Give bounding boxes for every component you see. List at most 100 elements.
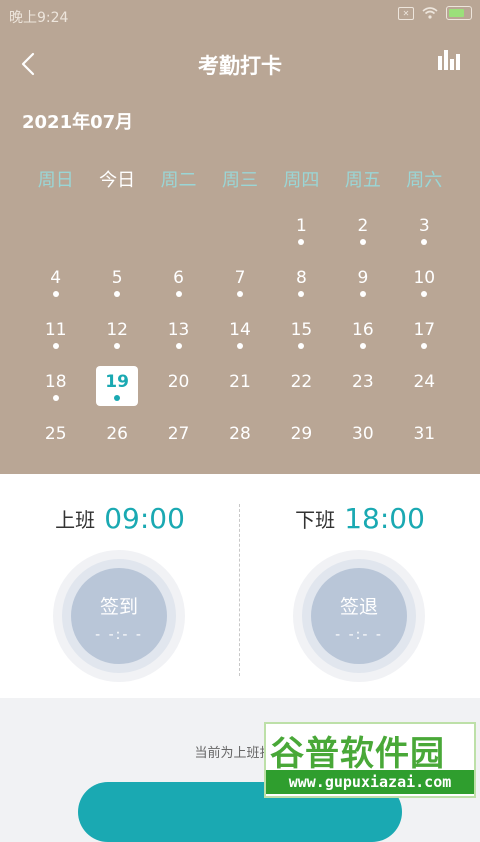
calendar-day[interactable]: 29	[271, 418, 332, 470]
watermark-url: www.gupuxiazai.com	[266, 770, 474, 794]
calendar-day[interactable]: 10	[394, 262, 455, 314]
calendar-day-number: 22	[290, 372, 313, 392]
calendar-day-number: 6	[173, 268, 184, 288]
month-label[interactable]: 2021年07月	[22, 108, 133, 134]
clock-in-ring-inner: 签到 - -:- -	[62, 559, 176, 673]
calendar-day-number: 26	[106, 424, 128, 444]
attendance-dot	[175, 343, 182, 349]
attendance-dot	[114, 343, 121, 349]
attendance-dot	[421, 343, 428, 349]
weekday-label-today: 今日	[99, 170, 136, 191]
clock-out-label: 下班	[295, 508, 336, 532]
calendar-day-number: 20	[167, 372, 190, 392]
calendar-grid: 1 2 3 4 5 6 7 8 9 10 11 12 13 14 15 16 17 18 19 20 21 22 23 24 2…	[25, 210, 455, 470]
calendar-day[interactable]: 28	[209, 418, 270, 470]
calendar-day[interactable]: 22	[271, 366, 332, 418]
calendar-empty-cell	[86, 210, 147, 262]
calendar-day[interactable]: 13	[148, 314, 209, 366]
attendance-dot	[52, 291, 59, 297]
calendar-day[interactable]: 21	[209, 366, 270, 418]
calendar-day[interactable]: 9	[332, 262, 393, 314]
attendance-dot	[359, 239, 366, 245]
attendance-dot	[114, 291, 121, 297]
calendar-day[interactable]: 19	[86, 366, 147, 418]
calendar-day[interactable]: 6	[148, 262, 209, 314]
calendar-day-number: 7	[234, 268, 246, 288]
calendar-day-number: 15	[290, 320, 313, 340]
calendar-day[interactable]: 12	[86, 314, 147, 366]
calendar-day-number: 28	[229, 424, 251, 444]
calendar-day[interactable]: 2	[332, 210, 393, 262]
attendance-dot	[359, 343, 366, 349]
calendar-day[interactable]: 30	[332, 418, 393, 470]
weekday-label: 周四	[283, 170, 320, 191]
calendar-day-number: 13	[167, 320, 190, 340]
clock-in-label: 上班	[55, 508, 96, 532]
calendar-day[interactable]: 4	[25, 262, 86, 314]
calendar-day[interactable]: 8	[271, 262, 332, 314]
attendance-dot	[52, 343, 59, 349]
clock-in-schedule: 上班 09:00	[0, 502, 240, 535]
calendar-day[interactable]: 17	[394, 314, 455, 366]
notification-icon: ✕	[398, 6, 414, 20]
clock-in-ring: 签到 - -:- -	[53, 550, 185, 682]
weekday-label: 周三	[221, 170, 258, 191]
calendar-day-number: 18	[44, 372, 67, 392]
clock-out-column: 下班 18:00 签退 - -:- -	[240, 474, 480, 698]
calendar-day-number: 12	[106, 320, 128, 340]
calendar-day[interactable]: 7	[209, 262, 270, 314]
calendar-day[interactable]: 27	[148, 418, 209, 470]
calendar-day[interactable]: 24	[394, 366, 455, 418]
calendar-day-number: 21	[229, 372, 251, 392]
calendar-day-number: 30	[352, 424, 374, 444]
calendar-day-number: 8	[296, 268, 307, 288]
clock-out-schedule: 下班 18:00	[240, 502, 480, 535]
calendar-day[interactable]: 14	[209, 314, 270, 366]
status-icons: ✕	[398, 6, 472, 20]
calendar-empty-cell	[209, 210, 270, 262]
calendar-day[interactable]: 18	[25, 366, 86, 418]
calendar-day[interactable]: 25	[25, 418, 86, 470]
calendar-empty-cell	[25, 210, 86, 262]
attendance-dot	[236, 291, 243, 297]
attendance-dot	[298, 291, 305, 297]
watermark-logo: 谷普软件园 www.gupuxiazai.com	[264, 722, 476, 798]
calendar-day[interactable]: 15	[271, 314, 332, 366]
calendar-day[interactable]: 26	[86, 418, 147, 470]
clock-out-record: - -:- -	[335, 627, 383, 643]
calendar-day-number: 19	[105, 372, 129, 392]
clock-in-button[interactable]: 签到 - -:- -	[71, 568, 167, 664]
footer: 当前为上班打卡 谷普软件园 www.gupuxiazai.com	[0, 698, 480, 842]
calendar-day-number: 27	[167, 424, 190, 444]
status-bar: 晚上9:24 ✕	[0, 0, 480, 30]
battery-icon	[446, 6, 472, 20]
calendar-day[interactable]: 23	[332, 366, 393, 418]
clock-out-ring-inner: 签退 - -:- -	[302, 559, 416, 673]
calendar-day-number: 31	[413, 424, 436, 444]
attendance-dot	[298, 343, 305, 349]
weekday-row: 周日 今日 周二 周三 周四 周五 周六	[25, 166, 455, 192]
calendar-day-number: 16	[352, 320, 374, 340]
status-time: 晚上9:24	[9, 10, 69, 26]
calendar-day[interactable]: 1	[271, 210, 332, 262]
calendar-day[interactable]: 31	[394, 418, 455, 470]
calendar-day-number: 9	[357, 268, 369, 288]
clock-in-time: 09:00	[104, 502, 185, 535]
weekday-label: 周二	[160, 170, 197, 191]
bar-chart-icon[interactable]	[436, 50, 460, 70]
calendar-day[interactable]: 5	[86, 262, 147, 314]
calendar-day[interactable]: 16	[332, 314, 393, 366]
punch-panel: 上班 09:00 签到 - -:- - 下班 18:00 签退 - -:- -	[0, 474, 480, 698]
calendar-day-number: 1	[296, 216, 307, 236]
calendar-day-number: 14	[229, 320, 251, 340]
attendance-dot	[175, 291, 182, 297]
attendance-dot	[52, 395, 59, 401]
watermark-text: 谷普软件园	[270, 734, 445, 774]
attendance-dot	[236, 343, 243, 349]
calendar-day[interactable]: 11	[25, 314, 86, 366]
attendance-dot	[421, 239, 428, 245]
calendar-day[interactable]: 3	[394, 210, 455, 262]
clock-out-button[interactable]: 签退 - -:- -	[311, 568, 407, 664]
clock-out-ring: 签退 - -:- -	[293, 550, 425, 682]
calendar-day[interactable]: 20	[148, 366, 209, 418]
